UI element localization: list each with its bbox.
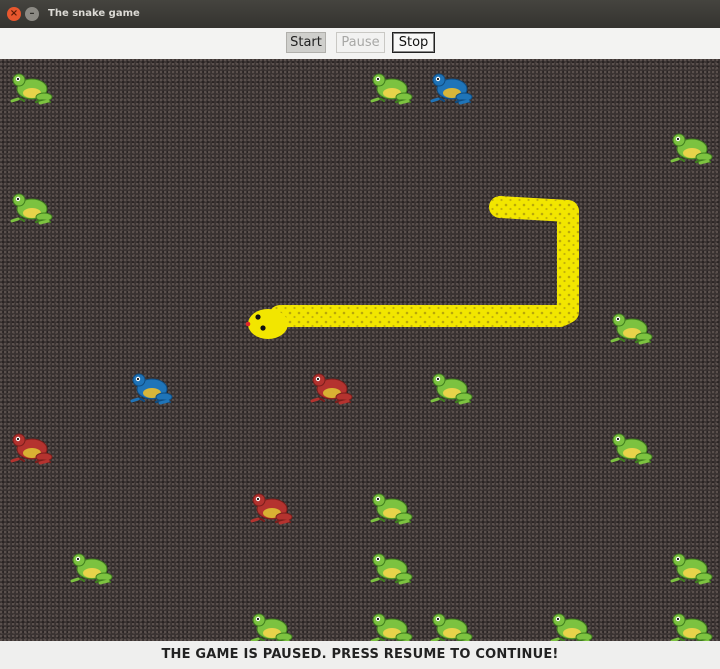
red-frog [310,373,353,405]
window-title: The snake game [48,8,140,19]
green-frog [610,313,653,345]
green-frog [550,613,593,641]
minimize-window-button[interactable]: – [25,7,39,21]
pause-button[interactable]: Pause [336,32,385,53]
blue-frog [130,373,173,405]
green-frog [670,553,713,585]
green-frog [430,373,473,405]
green-frog [10,73,53,105]
green-frog [670,613,713,641]
green-frog [370,73,413,105]
green-frog [370,613,413,641]
green-frog [370,553,413,585]
green-frog [670,133,713,165]
game-board[interactable] [0,59,720,641]
green-frog [250,613,293,641]
green-frog [10,193,53,225]
snake-head [245,309,288,339]
start-button[interactable]: Start [286,32,326,53]
status-message: THE GAME IS PAUSED. PRESS RESUME TO CONT… [0,641,720,668]
green-frog [610,433,653,465]
green-frog [430,613,473,641]
toolbar: Start Pause Stop [0,28,720,59]
snake-body [269,196,579,327]
red-frog [250,493,293,525]
blue-frog [430,73,473,105]
title-bar: × – The snake game [0,0,720,28]
green-frog [370,493,413,525]
red-frog [10,433,53,465]
stop-button[interactable]: Stop [392,32,435,53]
green-frog [70,553,113,585]
close-window-button[interactable]: × [7,7,21,21]
